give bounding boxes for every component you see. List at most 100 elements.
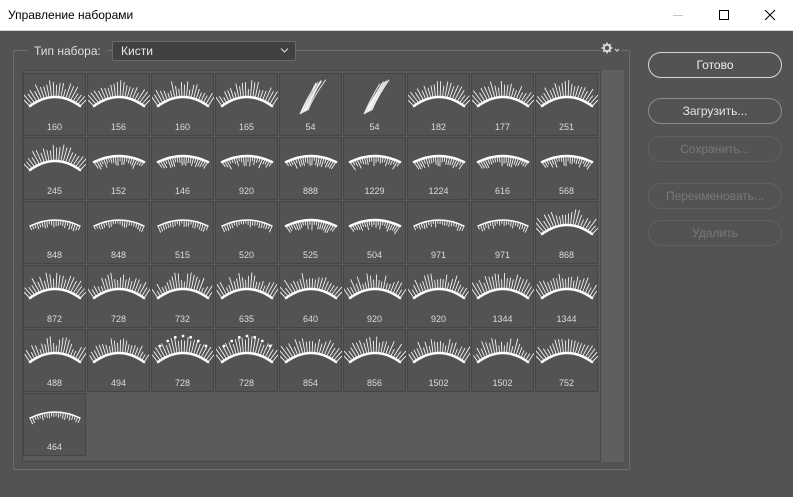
eyelash-brush-icon: [473, 338, 534, 364]
eyelash-brush-icon: [408, 339, 470, 364]
brush-preset-item[interactable]: 732: [151, 265, 214, 328]
window-title: Управление наборами: [8, 8, 134, 22]
brush-size-label: 1344: [492, 314, 513, 324]
brush-preset-item[interactable]: 251: [535, 73, 598, 136]
brush-preset-item[interactable]: 920: [215, 137, 278, 200]
brush-size-label: 494: [110, 378, 127, 388]
brush-preset-item[interactable]: 54: [343, 73, 406, 136]
brush-preset-item[interactable]: 728: [151, 329, 214, 392]
brush-preset-item[interactable]: 1502: [471, 329, 534, 392]
eyelash-brush-icon: [413, 219, 465, 231]
brush-preset-item[interactable]: 504: [343, 201, 406, 264]
brush-preset-item[interactable]: 888: [279, 137, 342, 200]
preset-type-value: Кисти: [121, 44, 153, 58]
eyelash-brush-icon: [216, 272, 278, 300]
brush-preset-item[interactable]: 525: [279, 201, 342, 264]
brush-size-label: 920: [430, 314, 447, 324]
brush-preset-item[interactable]: 160: [23, 73, 86, 136]
brush-size-label: 488: [46, 378, 63, 388]
eyelash-brush-icon: [344, 336, 406, 364]
brush-preset-item[interactable]: 520: [215, 201, 278, 264]
maximize-button[interactable]: [701, 0, 747, 30]
brush-preset-item[interactable]: 464: [23, 393, 86, 456]
grid-scrollbar[interactable]: [600, 70, 624, 462]
close-icon: [764, 9, 776, 21]
brush-preset-item[interactable]: 848: [23, 201, 86, 264]
brush-preset-item[interactable]: 146: [151, 137, 214, 200]
brush-preset-item[interactable]: 156: [87, 73, 150, 136]
eyelash-brush-icon: [412, 154, 466, 170]
brush-size-label: 245: [46, 186, 63, 196]
brush-size-label: 160: [46, 122, 63, 132]
brush-size-label: 728: [174, 378, 191, 388]
brush-size-label: 848: [110, 250, 127, 260]
settings-menu-button[interactable]: [601, 42, 621, 56]
brush-preset-item[interactable]: 152: [87, 137, 150, 200]
minimize-button[interactable]: [655, 0, 701, 30]
brush-preset-item[interactable]: 920: [407, 265, 470, 328]
eyelash-brush-icon: [24, 272, 86, 300]
eyelash-brush-icon: [280, 338, 342, 364]
brush-preset-item[interactable]: 971: [471, 201, 534, 264]
brush-preset-item[interactable]: 854: [279, 329, 342, 392]
brush-preset-item[interactable]: 177: [471, 73, 534, 136]
load-button[interactable]: Загрузить...: [648, 98, 782, 124]
brush-preset-item[interactable]: 494: [87, 329, 150, 392]
preset-type-label: Тип набора:: [28, 43, 107, 59]
done-button[interactable]: Готово: [648, 52, 782, 78]
brush-size-label: 54: [369, 122, 380, 132]
eyelash-brush-icon: [24, 144, 86, 172]
brush-preset-item[interactable]: 752: [535, 329, 598, 392]
brush-preset-item[interactable]: 515: [151, 201, 214, 264]
brush-preset-item[interactable]: 728: [87, 265, 150, 328]
brush-preset-item[interactable]: 54: [279, 73, 342, 136]
brush-preset-item[interactable]: 920: [343, 265, 406, 328]
rename-button[interactable]: Переименовать...: [648, 183, 782, 209]
brush-size-label: 728: [238, 378, 255, 388]
brush-preset-item[interactable]: 856: [343, 329, 406, 392]
brush-size-label: 146: [174, 186, 191, 196]
eyelash-brush-icon: [220, 154, 274, 170]
brush-preset-item[interactable]: 165: [215, 73, 278, 136]
brush-size-label: 54: [305, 122, 316, 132]
eyelash-brush-icon: [472, 80, 534, 108]
eyelash-brush-icon: [536, 209, 598, 236]
brush-preset-item[interactable]: 568: [535, 137, 598, 200]
eyelash-brush-icon: [348, 218, 402, 235]
close-button[interactable]: [747, 0, 793, 30]
eyelash-brush-icon: [476, 154, 530, 169]
brush-size-label: 868: [558, 250, 575, 260]
brush-preset-item[interactable]: 1344: [535, 265, 598, 328]
menu-arrow-icon: [614, 48, 620, 52]
eyelash-brush-icon: [92, 154, 146, 170]
brush-size-label: 888: [302, 186, 319, 196]
brush-preset-item[interactable]: 848: [87, 201, 150, 264]
eyelash-brush-icon: [536, 273, 598, 300]
brush-preset-item[interactable]: 616: [471, 137, 534, 200]
preset-type-select[interactable]: Кисти: [112, 41, 296, 61]
brush-preset-item[interactable]: 1224: [407, 137, 470, 200]
brush-preset-item[interactable]: 868: [535, 201, 598, 264]
brush-preset-item[interactable]: 640: [279, 265, 342, 328]
brush-preset-item[interactable]: 245: [23, 137, 86, 200]
brush-preset-item[interactable]: 160: [151, 73, 214, 136]
brush-preset-item[interactable]: 488: [23, 329, 86, 392]
brush-preset-item[interactable]: 872: [23, 265, 86, 328]
eyelash-brush-icon: [29, 411, 81, 425]
brush-preset-item[interactable]: 1502: [407, 329, 470, 392]
brush-preset-item[interactable]: 1229: [343, 137, 406, 200]
brush-size-label: 971: [430, 250, 447, 260]
delete-button[interactable]: Удалить: [648, 220, 782, 246]
brush-size-label: 854: [302, 378, 319, 388]
brush-preset-item[interactable]: 971: [407, 201, 470, 264]
brush-preset-item[interactable]: 1344: [471, 265, 534, 328]
eyelash-brush-icon: [88, 272, 150, 300]
brush-preset-item[interactable]: 728: [215, 329, 278, 392]
save-button[interactable]: Сохранить...: [648, 136, 782, 162]
minimize-icon: [673, 15, 683, 16]
eyelash-brush-icon: [89, 338, 150, 364]
eyelash-brush-icon: [280, 273, 342, 300]
brush-preset-item[interactable]: 182: [407, 73, 470, 136]
eyelash-brush-icon: [216, 80, 278, 108]
brush-preset-item[interactable]: 635: [215, 265, 278, 328]
